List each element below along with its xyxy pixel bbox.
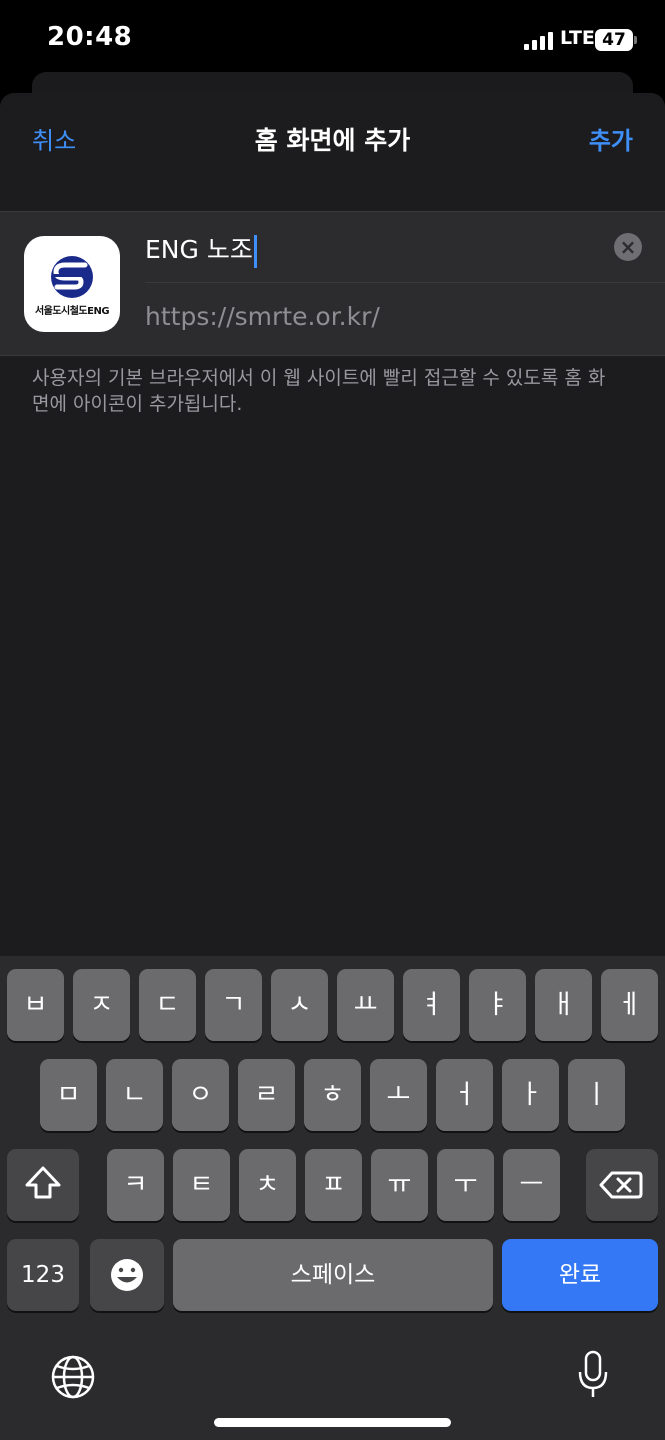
microphone-icon[interactable] <box>577 1350 609 1400</box>
text-cursor <box>253 234 257 268</box>
emoji-button[interactable] <box>90 1239 164 1311</box>
key-row2-6[interactable]: ㅗ <box>370 1059 427 1131</box>
key-row2-2[interactable]: ㄴ <box>106 1059 163 1131</box>
name-field[interactable]: ENG 노조 × <box>145 212 665 283</box>
emoji-icon <box>111 1259 143 1291</box>
shift-icon <box>25 1166 61 1199</box>
logo-label: 서울도시철도ENG <box>34 306 110 317</box>
key-row2-7[interactable]: ㅓ <box>436 1059 493 1131</box>
key-row2-1[interactable]: ㅁ <box>40 1059 97 1131</box>
url-label: https://smrte.or.kr/ <box>145 302 380 331</box>
key-row2-3[interactable]: ㅇ <box>172 1059 229 1131</box>
status-bar: 20:48 LTE 47 <box>0 0 665 80</box>
globe-icon[interactable] <box>50 1354 96 1400</box>
key-row3-2[interactable]: ㅌ <box>173 1149 230 1221</box>
backspace-button[interactable] <box>586 1149 658 1221</box>
key-row1-10[interactable]: ㅔ <box>601 969 658 1041</box>
logo-mark <box>51 256 93 298</box>
key-row3-4[interactable]: ㅍ <box>305 1149 362 1221</box>
status-time: 20:48 <box>47 22 133 52</box>
korean-keyboard: ㅂ ㅈ ㄷ ㄱ ㅅ ㅛ ㅕ ㅑ ㅐ ㅔ ㅁ ㄴ ㅇ ㄹ ㅎ ㅗ ㅓ ㅏ ㅣ ㅋ … <box>0 956 665 1440</box>
clear-text-icon[interactable]: × <box>614 233 642 261</box>
key-row3-6[interactable]: ㅜ <box>437 1149 494 1221</box>
key-row1-1[interactable]: ㅂ <box>7 969 64 1041</box>
key-row1-8[interactable]: ㅑ <box>469 969 526 1041</box>
key-row2-9[interactable]: ㅣ <box>568 1059 625 1131</box>
key-row1-4[interactable]: ㄱ <box>205 969 262 1041</box>
key-row3-7[interactable]: ㅡ <box>503 1149 560 1221</box>
sheet-title: 홈 화면에 추가 <box>254 126 411 155</box>
key-row3-3[interactable]: ㅊ <box>239 1149 296 1221</box>
done-key[interactable]: 완료 <box>502 1239 658 1311</box>
key-row1-5[interactable]: ㅅ <box>271 969 328 1041</box>
key-row2-4[interactable]: ㄹ <box>238 1059 295 1131</box>
key-row2-5[interactable]: ㅎ <box>304 1059 361 1131</box>
numbers-key[interactable]: 123 <box>7 1239 79 1311</box>
description-text: 사용자의 기본 브라우저에서 이 웹 사이트에 빨리 접근할 수 있도록 홈 화… <box>32 367 606 415</box>
name-field-value: ENG 노조 <box>145 235 253 264</box>
key-row1-6[interactable]: ㅛ <box>337 969 394 1041</box>
key-row3-5[interactable]: ㅠ <box>371 1149 428 1221</box>
cellular-signal-icon <box>524 32 554 50</box>
key-row1-7[interactable]: ㅕ <box>403 969 460 1041</box>
battery-icon: 47 <box>595 29 633 51</box>
shift-button[interactable] <box>7 1149 79 1221</box>
seoul-metro-eng-logo-icon: 서울도시철도ENG <box>24 236 120 332</box>
key-row1-3[interactable]: ㄷ <box>139 969 196 1041</box>
home-indicator <box>214 1418 451 1427</box>
add-button[interactable]: 추가 <box>589 121 633 156</box>
space-key[interactable]: 스페이스 <box>173 1239 493 1311</box>
battery-tip <box>634 36 637 44</box>
backspace-icon <box>599 1171 643 1199</box>
key-row3-1[interactable]: ㅋ <box>107 1149 164 1221</box>
key-row1-2[interactable]: ㅈ <box>73 969 130 1041</box>
bookmark-form: 서울도시철도ENG ENG 노조 × https://smrte.or.kr/ <box>0 211 665 356</box>
key-row2-8[interactable]: ㅏ <box>502 1059 559 1131</box>
key-row1-9[interactable]: ㅐ <box>535 969 592 1041</box>
network-type: LTE <box>560 27 595 49</box>
